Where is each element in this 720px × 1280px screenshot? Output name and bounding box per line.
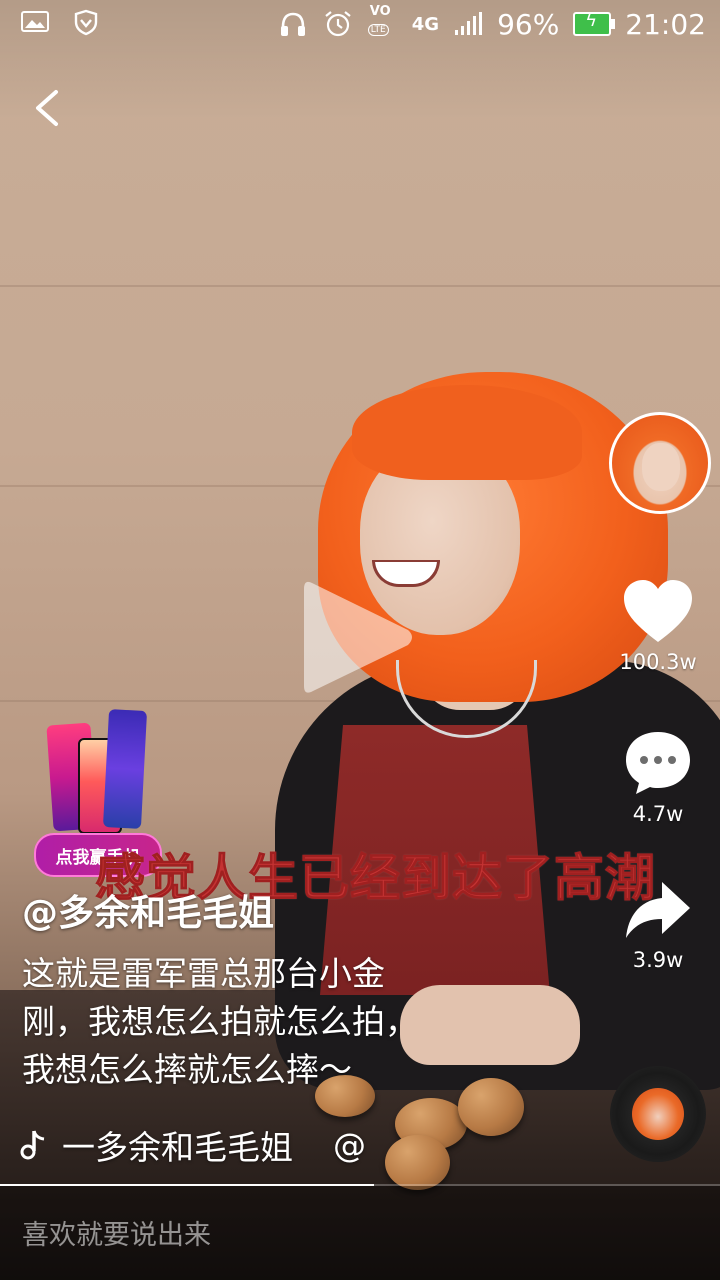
egg — [385, 1135, 450, 1190]
description-line: 我想怎么摔就怎么摔～ — [22, 1050, 352, 1089]
music-note-icon — [20, 1130, 45, 1160]
status-bar: VO LTE 4G 96% ϟ 21:02 — [0, 0, 720, 50]
signal-icon — [455, 12, 483, 35]
comment-count: 4.7w — [632, 802, 684, 826]
description-line: 这就是雷军雷总那台小金 — [22, 954, 385, 993]
image-icon — [21, 11, 49, 32]
comment-button[interactable]: 4.7w — [610, 728, 706, 826]
creator-username[interactable]: @多余和毛毛姐 — [22, 884, 274, 936]
4g-icon: 4G — [411, 13, 440, 35]
shield-icon — [74, 9, 98, 36]
heart-icon — [624, 580, 692, 642]
person-bangs — [352, 385, 582, 480]
volte-label: VO — [369, 4, 391, 19]
creator-avatar[interactable] — [609, 412, 711, 514]
avatar-face — [642, 443, 680, 491]
headset-icon — [280, 12, 305, 36]
music-disc-cover — [632, 1088, 684, 1140]
clock: 21:02 — [625, 7, 706, 41]
like-button[interactable]: 100.3w — [610, 578, 706, 674]
battery-percent: 96% — [497, 7, 560, 41]
comment-icon — [626, 732, 690, 794]
share-count: 3.9w — [632, 948, 684, 972]
video-description: 这就是雷军雷总那台小金 刚，我想怎么拍就怎么拍， 我想怎么摔就怎么摔～ — [22, 950, 492, 1094]
music-title: 一多余和毛毛姐 — [62, 1128, 293, 1167]
alarm-icon — [325, 11, 351, 37]
share-button[interactable]: 3.9w — [610, 878, 706, 972]
play-icon[interactable] — [300, 575, 420, 700]
share-icon — [626, 882, 690, 938]
volte-icon: VO LTE — [367, 4, 398, 42]
battery-icon: ϟ — [573, 10, 616, 36]
music-title-suffix: @ — [333, 1125, 366, 1165]
music-disc[interactable] — [610, 1066, 706, 1162]
ad-phone-right — [102, 709, 148, 829]
lte-label: LTE — [367, 24, 389, 36]
comment-input[interactable]: 喜欢就要说出来 — [22, 1213, 211, 1252]
back-icon[interactable] — [28, 86, 68, 130]
like-count: 100.3w — [619, 650, 697, 674]
music-info[interactable]: 一多余和毛毛姐 @ — [20, 1120, 366, 1170]
description-line: 刚，我想怎么拍就怎么拍， — [22, 1002, 418, 1041]
